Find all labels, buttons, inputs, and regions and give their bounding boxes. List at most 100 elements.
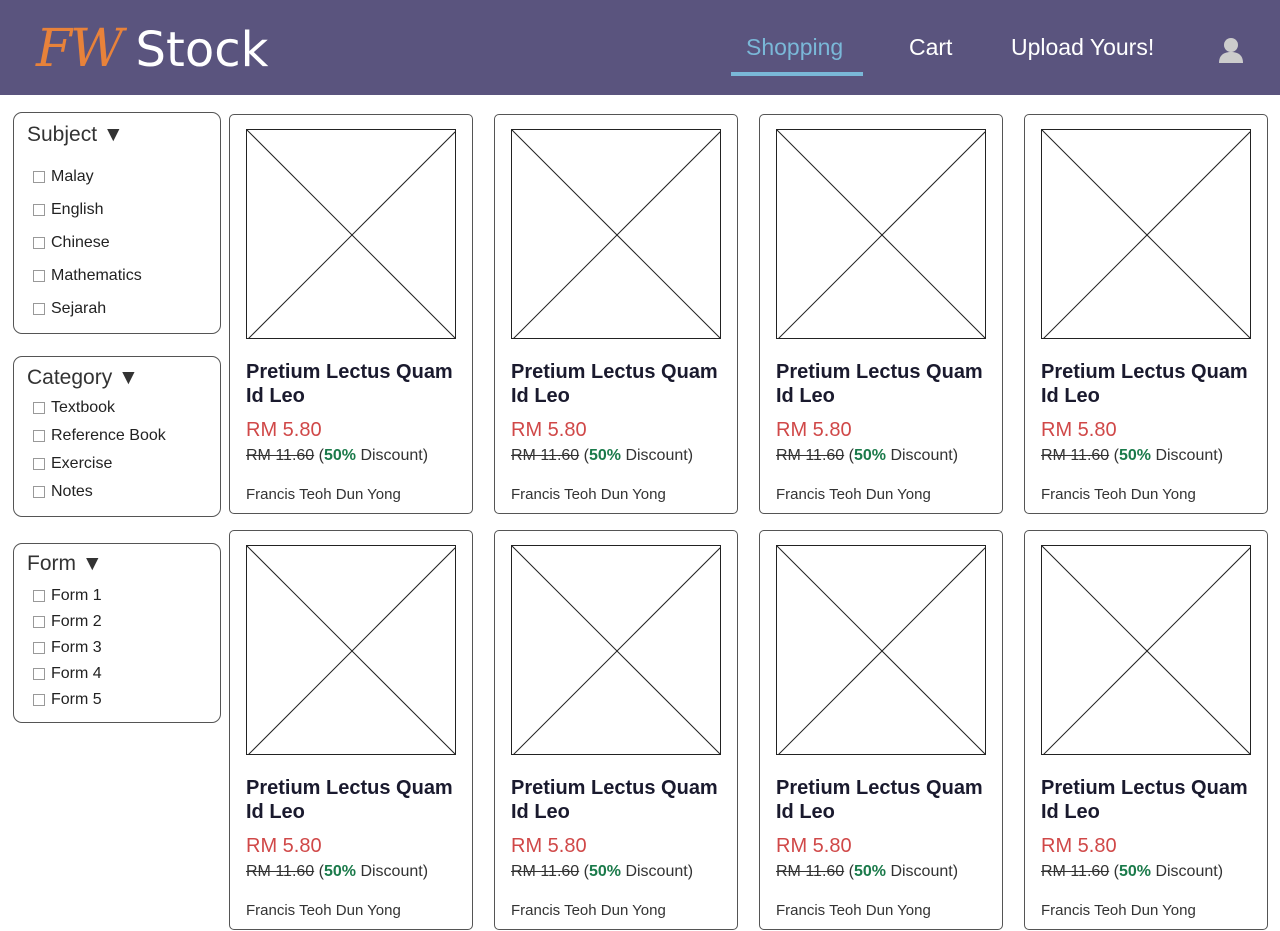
product-price: RM 5.80 (511, 419, 587, 441)
placeholder-image-icon[interactable] (511, 545, 721, 755)
subject-filter-title[interactable]: Subject ▼ (27, 123, 124, 147)
nav-active-underline (731, 72, 863, 76)
product-title[interactable]: Pretium Lectus Quam Id Leo (511, 776, 726, 824)
placeholder-image-icon[interactable] (511, 129, 721, 339)
checkbox[interactable] (33, 303, 45, 315)
discount-open: ( (844, 863, 854, 880)
checkbox[interactable] (33, 402, 45, 414)
subject-option-malay[interactable]: Malay (33, 168, 94, 186)
checkbox[interactable] (33, 270, 45, 282)
product-author[interactable]: Francis Teoh Dun Yong (246, 486, 401, 503)
checkbox[interactable] (33, 694, 45, 706)
original-price: RM 11.60 (1041, 447, 1110, 464)
discount-percent: 50% (588, 863, 621, 880)
checkbox[interactable] (33, 458, 45, 470)
placeholder-image-icon[interactable] (776, 545, 986, 755)
category-option-reference-book[interactable]: Reference Book (33, 427, 166, 445)
placeholder-image-icon[interactable] (246, 129, 456, 339)
placeholder-image-icon[interactable] (1041, 545, 1251, 755)
product-price: RM 5.80 (776, 419, 852, 441)
category-option-exercise[interactable]: Exercise (33, 455, 112, 473)
product-card[interactable]: Pretium Lectus Quam Id Leo RM 5.80 RM 11.6… (494, 114, 738, 514)
discount-open: ( (579, 447, 589, 464)
checkbox[interactable] (33, 237, 45, 249)
user-icon[interactable] (1217, 36, 1245, 64)
checkbox[interactable] (33, 616, 45, 628)
product-price: RM 5.80 (246, 419, 322, 441)
product-title[interactable]: Pretium Lectus Quam Id Leo (1041, 360, 1256, 408)
nav-cart[interactable]: Cart (909, 34, 952, 61)
form-option-1[interactable]: Form 1 (33, 587, 102, 605)
category-option-textbook[interactable]: Textbook (33, 399, 115, 417)
form-filter-panel: Form ▼ Form 1 Form 2 Form 3 Form 4 Form … (13, 543, 221, 723)
product-author[interactable]: Francis Teoh Dun Yong (776, 486, 931, 503)
placeholder-image-icon[interactable] (776, 129, 986, 339)
discount-suffix: Discount) (621, 863, 694, 880)
product-card[interactable]: Pretium Lectus Quam Id Leo RM 5.80 RM 11.6… (229, 114, 473, 514)
product-title[interactable]: Pretium Lectus Quam Id Leo (511, 360, 726, 408)
product-author[interactable]: Francis Teoh Dun Yong (511, 486, 666, 503)
discount-suffix: Discount) (1151, 863, 1224, 880)
discount-percent: 50% (323, 447, 356, 464)
subject-option-sejarah[interactable]: Sejarah (33, 300, 106, 318)
top-nav-bar: FW Stock Shopping Cart Upload Yours! (0, 0, 1280, 95)
original-price: RM 11.60 (246, 447, 315, 464)
discount-suffix: Discount) (886, 863, 959, 880)
product-card[interactable]: Pretium Lectus Quam Id Leo RM 5.80 RM 11.6… (1024, 530, 1268, 930)
placeholder-image-icon[interactable] (1041, 129, 1251, 339)
discount-suffix: Discount) (356, 863, 429, 880)
product-card[interactable]: Pretium Lectus Quam Id Leo RM 5.80 RM 11.6… (759, 114, 1003, 514)
subject-option-chinese[interactable]: Chinese (33, 234, 110, 252)
category-filter-panel: Category ▼ Textbook Reference Book Exerc… (13, 356, 221, 517)
product-title[interactable]: Pretium Lectus Quam Id Leo (776, 360, 991, 408)
product-card[interactable]: Pretium Lectus Quam Id Leo RM 5.80 RM 11.6… (1024, 114, 1268, 514)
discount-open: ( (579, 863, 589, 880)
product-title[interactable]: Pretium Lectus Quam Id Leo (1041, 776, 1256, 824)
subject-option-english[interactable]: English (33, 201, 103, 219)
checkbox[interactable] (33, 430, 45, 442)
product-title[interactable]: Pretium Lectus Quam Id Leo (246, 776, 461, 824)
product-original-price: RM 11.60 (50% Discount) (776, 863, 958, 881)
discount-percent: 50% (853, 447, 886, 464)
category-option-notes[interactable]: Notes (33, 483, 93, 501)
form-option-5[interactable]: Form 5 (33, 691, 102, 709)
discount-percent: 50% (1118, 447, 1151, 464)
form-option-2[interactable]: Form 2 (33, 613, 102, 631)
product-original-price: RM 11.60 (50% Discount) (1041, 447, 1223, 465)
checkbox[interactable] (33, 642, 45, 654)
form-option-3[interactable]: Form 3 (33, 639, 102, 657)
checkbox[interactable] (33, 171, 45, 183)
original-price: RM 11.60 (511, 863, 580, 880)
product-title[interactable]: Pretium Lectus Quam Id Leo (776, 776, 991, 824)
site-logo[interactable]: FW Stock (36, 18, 268, 80)
original-price: RM 11.60 (246, 863, 315, 880)
form-option-4[interactable]: Form 4 (33, 665, 102, 683)
original-price: RM 11.60 (1041, 863, 1110, 880)
discount-open: ( (314, 447, 324, 464)
checkbox[interactable] (33, 204, 45, 216)
checkbox[interactable] (33, 486, 45, 498)
product-author[interactable]: Francis Teoh Dun Yong (776, 902, 931, 919)
product-card[interactable]: Pretium Lectus Quam Id Leo RM 5.80 RM 11.6… (229, 530, 473, 930)
product-author[interactable]: Francis Teoh Dun Yong (1041, 486, 1196, 503)
product-author[interactable]: Francis Teoh Dun Yong (1041, 902, 1196, 919)
product-title[interactable]: Pretium Lectus Quam Id Leo (246, 360, 461, 408)
product-author[interactable]: Francis Teoh Dun Yong (511, 902, 666, 919)
placeholder-image-icon[interactable] (246, 545, 456, 755)
discount-open: ( (1109, 863, 1119, 880)
category-filter-title[interactable]: Category ▼ (27, 366, 139, 390)
nav-shopping[interactable]: Shopping (746, 34, 843, 61)
product-card[interactable]: Pretium Lectus Quam Id Leo RM 5.80 RM 11.6… (759, 530, 1003, 930)
nav-upload[interactable]: Upload Yours! (1011, 34, 1154, 61)
product-original-price: RM 11.60 (50% Discount) (511, 863, 693, 881)
discount-open: ( (1109, 447, 1119, 464)
product-author[interactable]: Francis Teoh Dun Yong (246, 902, 401, 919)
discount-percent: 50% (323, 863, 356, 880)
discount-open: ( (844, 447, 854, 464)
form-filter-title[interactable]: Form ▼ (27, 552, 103, 576)
product-original-price: RM 11.60 (50% Discount) (246, 863, 428, 881)
checkbox[interactable] (33, 590, 45, 602)
subject-option-mathematics[interactable]: Mathematics (33, 267, 142, 285)
product-card[interactable]: Pretium Lectus Quam Id Leo RM 5.80 RM 11.6… (494, 530, 738, 930)
checkbox[interactable] (33, 668, 45, 680)
